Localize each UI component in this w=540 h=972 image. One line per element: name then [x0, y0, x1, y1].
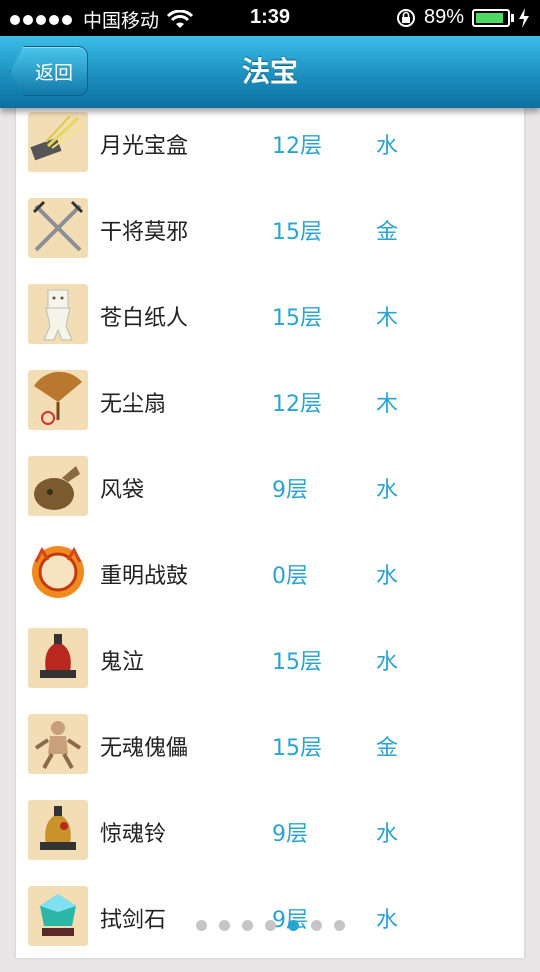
page-dot[interactable]: [241, 920, 253, 931]
item-layer: 15层: [272, 650, 322, 675]
navigation-bar: 返回 法宝: [0, 36, 540, 108]
status-right: 89%: [396, 6, 530, 29]
item-name: 无魂傀儡: [100, 736, 189, 761]
item-name: 惊魂铃: [100, 822, 167, 847]
wind-bag-icon: [28, 456, 88, 516]
item-element: 水: [376, 564, 399, 589]
item-element: 金: [376, 736, 399, 761]
item-name: 风袋: [100, 478, 145, 503]
charging-bolt-icon: [519, 7, 529, 28]
list-item[interactable]: 鬼泣 15层 水: [16, 628, 524, 714]
item-element: 水: [376, 134, 399, 159]
item-layer: 15层: [272, 306, 322, 331]
status-bar: 中国移动 1:39 89%: [0, 0, 540, 36]
bell-icon: [28, 800, 88, 860]
paper-doll-icon: [28, 284, 88, 344]
battery-tip: [511, 13, 514, 22]
battery-icon: [472, 8, 510, 27]
item-name: 无尘扇: [100, 392, 167, 417]
puppet-icon: [28, 714, 88, 774]
fan-icon: [28, 370, 88, 430]
page-dot[interactable]: [264, 920, 276, 931]
list-item[interactable]: 惊魂铃 9层 水: [16, 800, 524, 886]
crossed-swords-icon: [28, 198, 88, 258]
item-layer: 12层: [272, 392, 322, 417]
page-title: 法宝: [241, 55, 298, 88]
item-element: 水: [376, 822, 399, 847]
page-dot[interactable]: [333, 920, 345, 931]
item-name: 干将莫邪: [100, 220, 189, 245]
red-bell-icon: [28, 628, 88, 688]
list-item[interactable]: 苍白纸人 15层 木: [16, 284, 524, 370]
item-element: 水: [376, 650, 399, 675]
item-name: 重明战鼓: [100, 564, 189, 589]
list-item[interactable]: 无魂傀儡 15层 金: [16, 714, 524, 800]
item-name: 苍白纸人: [100, 306, 189, 331]
list-item[interactable]: 干将莫邪 15层 金: [16, 198, 524, 284]
page-dot[interactable]: [310, 920, 322, 931]
treasure-list[interactable]: 月光宝盒 12层 水 干将莫邪 15层 金 苍白纸人 15层 木 无尘扇 12层…: [16, 108, 524, 958]
item-layer: 0层: [272, 564, 308, 589]
page-dot[interactable]: [195, 920, 207, 931]
list-item[interactable]: 月光宝盒 12层 水: [16, 112, 524, 198]
rotation-lock-icon: [396, 8, 415, 27]
item-element: 木: [376, 392, 399, 417]
item-layer: 15层: [272, 736, 322, 761]
list-item[interactable]: 风袋 9层 水: [16, 456, 524, 542]
battery-level: [476, 12, 503, 23]
gem-stone-icon: [28, 886, 88, 946]
item-layer: 9层: [272, 822, 308, 847]
list-item[interactable]: 无尘扇 12层 木: [16, 370, 524, 456]
item-name: 鬼泣: [100, 650, 145, 675]
item-element: 金: [376, 220, 399, 245]
item-name: 月光宝盒: [100, 134, 189, 159]
item-layer: 9层: [272, 478, 308, 503]
list-item[interactable]: 重明战鼓 0层 水: [16, 542, 524, 628]
war-drum-icon: [28, 542, 88, 602]
page-indicator: [0, 920, 540, 931]
page-dot[interactable]: [287, 920, 299, 931]
item-layer: 15层: [272, 220, 322, 245]
moonlight-box-icon: [28, 112, 88, 172]
page-dot[interactable]: [218, 920, 230, 931]
item-layer: 12层: [272, 134, 322, 159]
battery-percent: 89%: [423, 6, 464, 28]
item-element: 水: [376, 478, 399, 503]
item-element: 木: [376, 306, 399, 331]
